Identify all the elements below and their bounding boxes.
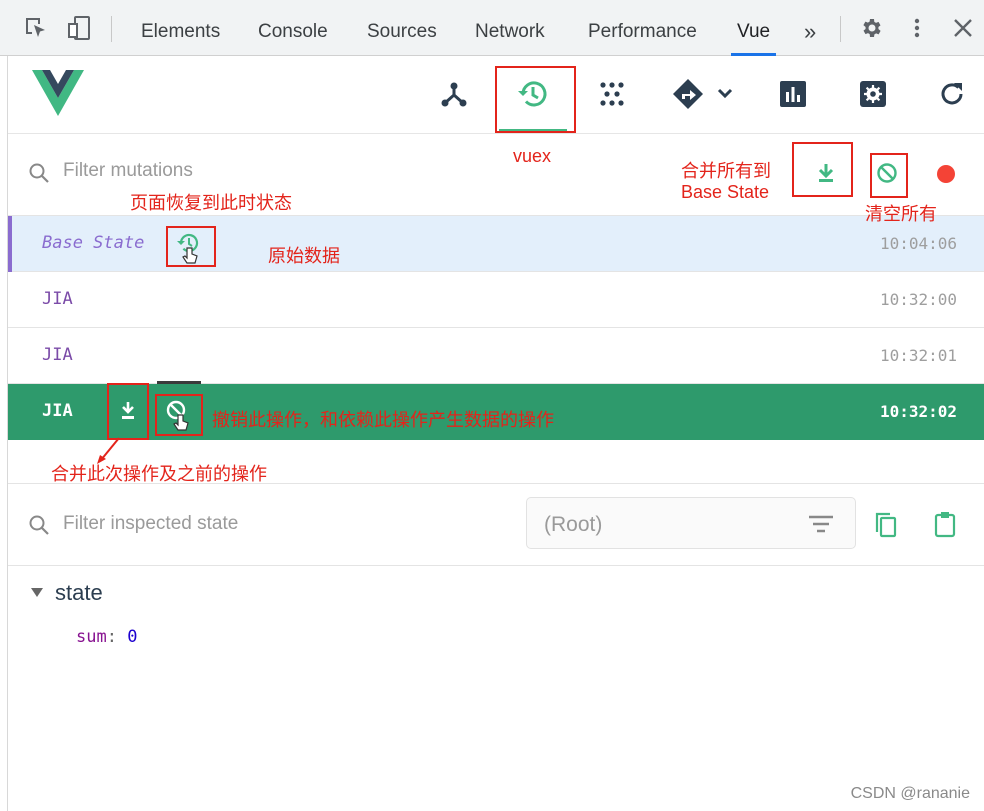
annotation-box-timeline: [495, 66, 576, 133]
mutation-row[interactable]: JIA 10:32:00: [8, 272, 984, 328]
mutation-name: JIA: [42, 401, 73, 421]
mutation-name: Base State: [42, 233, 145, 253]
collapse-caret-icon[interactable]: [31, 588, 43, 597]
mutation-name: JIA: [42, 289, 73, 309]
inspect-element-icon[interactable]: [22, 14, 50, 42]
settings-icon[interactable]: [853, 74, 893, 114]
search-icon: [28, 162, 50, 189]
copy-icon[interactable]: [874, 511, 898, 544]
module-select[interactable]: (Root): [526, 497, 856, 549]
tab-network[interactable]: Network: [475, 0, 545, 56]
annotation-box-revert-state: [166, 226, 216, 267]
annotation-commit-all-line2: Base State: [681, 182, 770, 202]
tab-vue[interactable]: Vue: [730, 0, 777, 56]
refresh-icon[interactable]: [932, 74, 972, 114]
more-tabs-icon[interactable]: »: [804, 0, 816, 56]
tab-sources[interactable]: Sources: [367, 0, 437, 56]
state-key: sum: [76, 627, 107, 647]
router-icon[interactable]: [670, 74, 740, 114]
annotation-revert-op: 撤销此操作，和依赖此操作产生数据的操作: [212, 410, 554, 430]
mutation-name: JIA: [42, 345, 73, 365]
filter-inspected-state-input[interactable]: Filter inspected state: [63, 513, 238, 535]
annotation-commit-all-line1: 合并所有到: [681, 161, 771, 181]
annotation-revert-page: 页面恢复到此时状态: [130, 193, 292, 213]
mutation-time: 10:32:00: [879, 290, 957, 309]
kebab-menu-icon[interactable]: [903, 14, 931, 42]
mutation-time: 10:04:06: [879, 234, 957, 253]
annotation-box-commit-this: [107, 383, 149, 440]
paste-icon[interactable]: [933, 510, 957, 543]
record-toggle-icon[interactable]: [937, 165, 955, 183]
watermark: CSDN @rananie: [850, 785, 970, 802]
annotation-box-revert-this: [155, 394, 203, 436]
performance-chart-icon[interactable]: [773, 74, 813, 114]
mutation-row-base-state[interactable]: Base State 10:04:06: [8, 216, 984, 272]
filter-lines-icon: [807, 513, 835, 540]
module-select-value: (Root): [544, 513, 603, 536]
events-icon[interactable]: [592, 74, 632, 114]
mutation-time: 10:32:01: [879, 346, 957, 365]
state-value[interactable]: 0: [127, 627, 137, 647]
state-inspector-header: Filter inspected state (Root): [8, 483, 984, 566]
component-tree-icon[interactable]: [434, 74, 474, 114]
search-icon: [28, 514, 50, 541]
vue-logo-icon: [32, 70, 84, 121]
state-section-title[interactable]: state: [55, 580, 103, 606]
device-toolbar-icon[interactable]: [65, 14, 93, 42]
tab-performance[interactable]: Performance: [588, 0, 697, 56]
devtools-tabbar: Elements Console Sources Network Perform…: [0, 0, 984, 56]
state-colon: :: [106, 627, 117, 647]
annotation-clear-all: 清空所有: [865, 204, 937, 224]
annotation-vuex: vuex: [513, 146, 552, 166]
annotation-box-clear-all: [870, 153, 908, 198]
mutation-time: 10:32:02: [879, 402, 957, 421]
tab-elements[interactable]: Elements: [141, 0, 220, 56]
tab-console[interactable]: Console: [258, 0, 328, 56]
annotation-box-commit-all: [792, 142, 853, 197]
gear-icon[interactable]: [857, 14, 885, 42]
close-icon[interactable]: [949, 14, 977, 42]
state-property: sum: 0: [76, 627, 137, 647]
annotation-commit-op: 合并此次操作及之前的操作: [51, 464, 267, 484]
annotation-original-data: 原始数据: [268, 246, 340, 266]
tab-separator: [840, 16, 841, 42]
filter-mutations-input[interactable]: Filter mutations: [63, 160, 193, 182]
mutation-row[interactable]: JIA 10:32:01: [8, 328, 984, 384]
tab-separator: [111, 16, 112, 42]
